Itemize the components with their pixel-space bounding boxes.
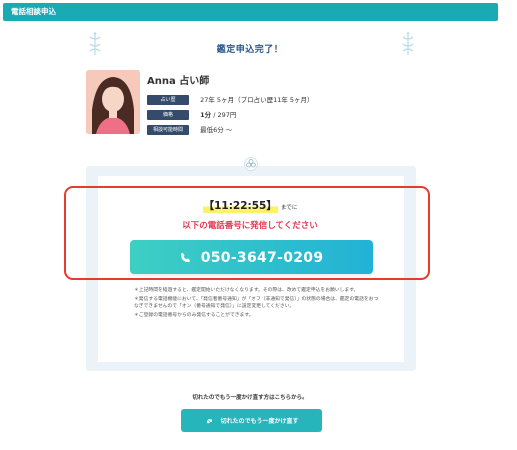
advisor-duration-row: 相談可能時間 最低6分 ～	[147, 125, 232, 135]
advisor-price-row: 価格 1分 / 297円	[147, 110, 236, 120]
note-item: ＊ご登録の電話番号からのみ発信することができます。	[134, 312, 254, 318]
advisor-name: Anna 占い師	[147, 76, 210, 87]
experience-label: 占い歴	[147, 95, 189, 105]
retry-call-button[interactable]: 切れたのでもう一度かけ直す	[181, 409, 322, 432]
advisor-experience-row: 占い歴 27年 5ヶ月（プロ占い歴11年 5ヶ月）	[147, 95, 314, 105]
note-item: ＊上記時間を経過すると、鑑定開始いただけなくなります。その際は、改めて鑑定申込を…	[134, 288, 359, 293]
advisor-avatar	[86, 70, 140, 134]
duration-value: 最低6分 ～	[200, 126, 233, 134]
duration-label: 相談可能時間	[147, 125, 189, 135]
price-label: 価格	[147, 110, 189, 120]
header-bar: 電話相談申込	[3, 3, 498, 21]
retry-text: 切れたのでもう一度かけ直す方はこちらから。	[192, 395, 308, 401]
page-title: 鑑定申込完了！	[216, 45, 284, 55]
notes: ＊上記時間を経過すると、鑑定開始いただけなくなります。その際は、改めて鑑定申込を…	[134, 287, 382, 320]
flower-icon	[244, 157, 258, 171]
reconnect-icon	[205, 418, 212, 424]
retry-button-label: 切れたのでもう一度かけ直す	[220, 418, 299, 425]
experience-value: 27年 5ヶ月（プロ占い歴11年 5ヶ月）	[200, 96, 314, 104]
price-value: 1分 / 297円	[200, 111, 237, 119]
highlight-annotation	[64, 186, 430, 280]
header-title: 電話相談申込	[11, 7, 56, 16]
note-item: ＊発信する電話機能において、「発信者番号通知」が「オフ（非通知で発信）」の状態の…	[134, 296, 379, 310]
